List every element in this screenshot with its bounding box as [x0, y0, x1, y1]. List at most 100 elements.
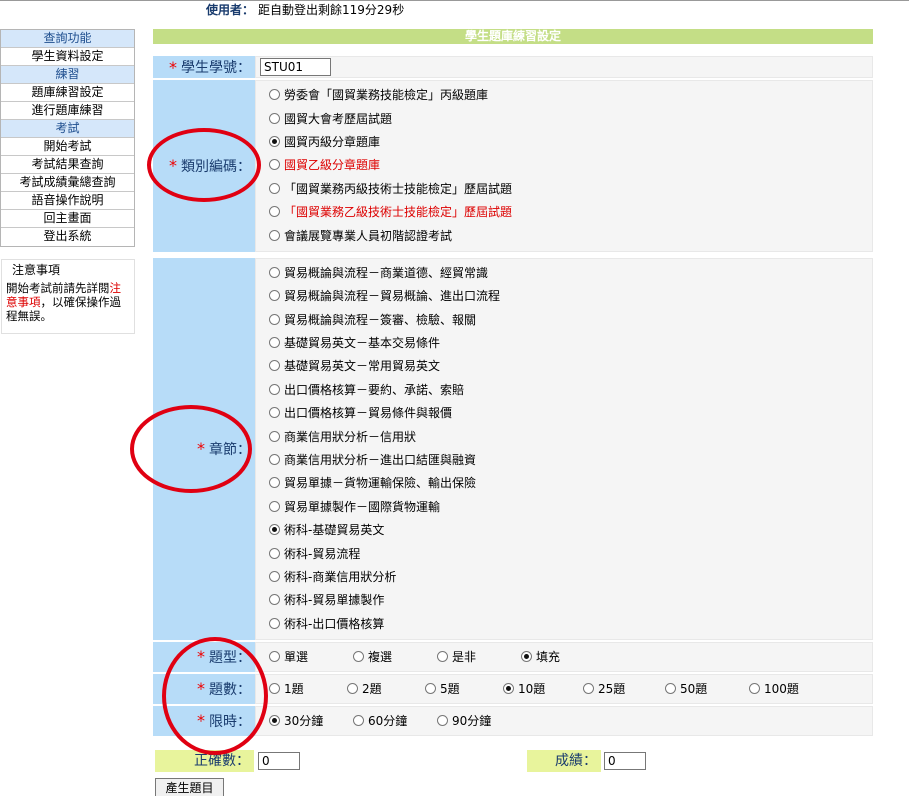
radio-option[interactable]: 5題: [425, 680, 503, 697]
radio-unselected-icon[interactable]: [353, 651, 364, 663]
radio-option[interactable]: 術科-貿易單據製作: [269, 588, 872, 611]
radio-selected-icon[interactable]: [269, 524, 280, 536]
radio-unselected-icon[interactable]: [437, 715, 448, 727]
radio-option[interactable]: 商業信用狀分析－信用狀: [269, 424, 872, 447]
radio-option[interactable]: 30分鐘: [269, 712, 353, 729]
radio-selected-icon[interactable]: [269, 135, 280, 147]
radio-option[interactable]: 術科-出口價格核算: [269, 612, 872, 635]
radio-option[interactable]: 貿易概論與流程－商業道德、經貿常識: [269, 261, 872, 284]
radio-option[interactable]: 貿易單據－貨物運輸保險、輸出保險: [269, 471, 872, 494]
radio-unselected-icon[interactable]: [269, 617, 280, 629]
radio-option[interactable]: 貿易概論與流程－簽審、檢驗、報關: [269, 308, 872, 331]
radio-option[interactable]: 「國貿業務乙級技術士技能檢定」歷屆試題: [269, 200, 872, 223]
radio-option[interactable]: 出口價格核算－要約、承諾、索賠: [269, 378, 872, 401]
radio-unselected-icon[interactable]: [269, 651, 280, 663]
radio-unselected-icon[interactable]: [269, 360, 280, 372]
sidebar-item[interactable]: 語音操作說明: [1, 192, 134, 210]
radio-option-label: 單選: [284, 650, 309, 665]
radio-option[interactable]: 100題: [749, 680, 829, 697]
radio-unselected-icon[interactable]: [269, 547, 280, 559]
radio-option[interactable]: 填充: [521, 648, 605, 665]
student-id-input[interactable]: [260, 58, 331, 76]
radio-unselected-icon[interactable]: [269, 182, 280, 194]
radio-option[interactable]: 90分鐘: [437, 712, 521, 729]
radio-unselected-icon[interactable]: [269, 337, 280, 349]
radio-option[interactable]: 國貿乙級分章題庫: [269, 153, 872, 176]
correct-count-input[interactable]: [258, 752, 300, 770]
sidebar-item[interactable]: 題庫練習設定: [1, 84, 134, 102]
radio-option[interactable]: 25題: [583, 680, 665, 697]
radio-unselected-icon[interactable]: [347, 683, 358, 695]
score-input[interactable]: [604, 752, 646, 770]
radio-selected-icon[interactable]: [269, 715, 280, 727]
radio-option[interactable]: 國貿大會考歷屆試題: [269, 106, 872, 129]
sidebar-item[interactable]: 進行題庫練習: [1, 102, 134, 120]
sidebar-item[interactable]: 回主畫面: [1, 210, 134, 228]
radio-option-label: 50題: [680, 682, 708, 697]
radio-unselected-icon[interactable]: [269, 112, 280, 124]
radio-unselected-icon[interactable]: [665, 683, 676, 695]
radio-unselected-icon[interactable]: [269, 159, 280, 171]
radio-unselected-icon[interactable]: [269, 407, 280, 419]
qcount-label: * 題數：: [153, 673, 255, 704]
radio-option-label: 會議展覽專業人員初階認證考試: [284, 228, 453, 243]
radio-unselected-icon[interactable]: [583, 683, 594, 695]
radio-option-label: 100題: [764, 682, 799, 697]
radio-option[interactable]: 貿易單據製作－國際貨物運輸: [269, 495, 872, 518]
radio-option-label: 術科-商業信用狀分析: [284, 570, 397, 584]
radio-option[interactable]: 「國貿業務丙級技術士技能檢定」歷屆試題: [269, 177, 872, 200]
sidebar-item[interactable]: 考試成績彙總查詢: [1, 174, 134, 192]
radio-option[interactable]: 勞委會「國貿業務技能檢定」丙級題庫: [269, 83, 872, 106]
radio-unselected-icon[interactable]: [269, 454, 280, 466]
radio-option[interactable]: 複選: [353, 648, 437, 665]
radio-unselected-icon[interactable]: [269, 383, 280, 395]
radio-option-label: 貿易單據－貨物運輸保險、輸出保險: [284, 476, 477, 491]
radio-unselected-icon[interactable]: [425, 683, 436, 695]
radio-unselected-icon[interactable]: [269, 290, 280, 302]
radio-selected-icon[interactable]: [503, 683, 514, 695]
radio-unselected-icon[interactable]: [437, 651, 448, 663]
radio-unselected-icon[interactable]: [269, 594, 280, 606]
sidebar-item[interactable]: 開始考試: [1, 138, 134, 156]
radio-option[interactable]: 會議展覽專業人員初階認證考試: [269, 223, 872, 246]
results-row: 正確數： 成績：: [155, 750, 875, 772]
sidebar-item[interactable]: 登出系統: [1, 228, 134, 246]
required-star: *: [197, 439, 205, 459]
radio-option[interactable]: 貿易概論與流程－貿易概論、進出口流程: [269, 284, 872, 307]
radio-option[interactable]: 出口價格核算－貿易條件與報價: [269, 401, 872, 424]
radio-option[interactable]: 術科-貿易流程: [269, 541, 872, 564]
radio-unselected-icon[interactable]: [269, 266, 280, 278]
generate-questions-button[interactable]: 產生題目: [155, 778, 224, 796]
radio-option[interactable]: 1題: [269, 680, 347, 697]
radio-unselected-icon[interactable]: [269, 571, 280, 582]
radio-option[interactable]: 基礎貿易英文－基本交易條件: [269, 331, 872, 354]
radio-unselected-icon[interactable]: [353, 715, 364, 727]
radio-unselected-icon[interactable]: [269, 477, 280, 489]
radio-option-label: 90分鐘: [452, 714, 492, 729]
radio-option[interactable]: 術科-基礎貿易英文: [269, 518, 872, 541]
radio-unselected-icon[interactable]: [269, 89, 280, 101]
radio-unselected-icon[interactable]: [269, 683, 280, 695]
radio-unselected-icon[interactable]: [269, 500, 280, 512]
radio-option[interactable]: 60分鐘: [353, 712, 437, 729]
sidebar-item[interactable]: 考試結果查詢: [1, 156, 134, 174]
radio-unselected-icon[interactable]: [749, 683, 760, 695]
radio-option[interactable]: 商業信用狀分析－進出口結匯與融資: [269, 448, 872, 471]
radio-option[interactable]: 術科-商業信用狀分析: [269, 565, 872, 588]
radio-option[interactable]: 10題: [503, 680, 583, 697]
radio-option[interactable]: 單選: [269, 648, 353, 665]
radio-option[interactable]: 基礎貿易英文－常用貿易英文: [269, 354, 872, 377]
radio-option[interactable]: 是非: [437, 648, 521, 665]
radio-option[interactable]: 50題: [665, 680, 749, 697]
required-star: *: [197, 647, 205, 667]
radio-unselected-icon[interactable]: [269, 430, 280, 442]
sidebar-item[interactable]: 學生資料設定: [1, 48, 134, 66]
radio-selected-icon[interactable]: [521, 651, 532, 663]
category-label: * 類別編碼：: [153, 80, 255, 252]
radio-unselected-icon[interactable]: [269, 206, 280, 218]
radio-option-label: 是非: [452, 650, 477, 665]
radio-unselected-icon[interactable]: [269, 229, 280, 241]
radio-unselected-icon[interactable]: [269, 313, 280, 325]
radio-option[interactable]: 國貿丙級分章題庫: [269, 130, 872, 153]
radio-option[interactable]: 2題: [347, 680, 425, 697]
